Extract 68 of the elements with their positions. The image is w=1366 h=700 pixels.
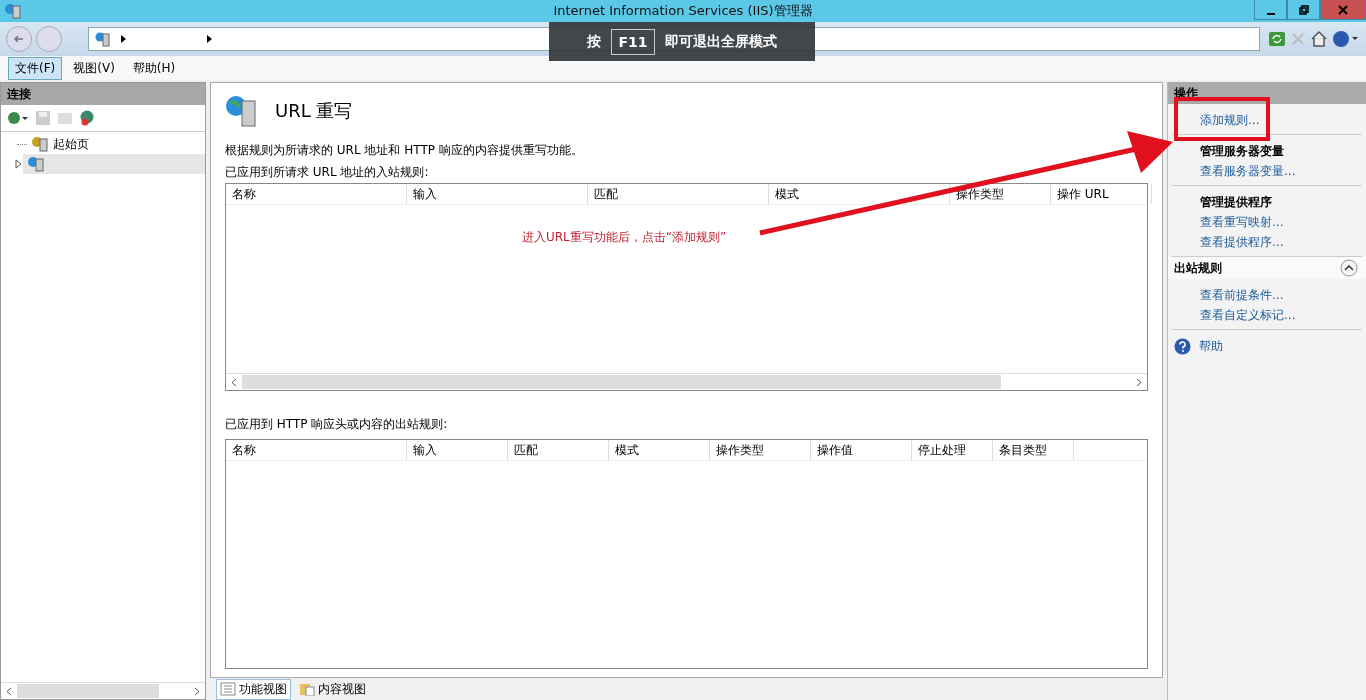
table-label: 已应用到所请求 URL 地址的入站规则:: [225, 163, 430, 181]
section-title: 出站规则: [1174, 259, 1222, 277]
action-heading: 管理提供程序: [1200, 194, 1272, 211]
restore-icon: [1298, 4, 1309, 15]
action-link[interactable]: 查看自定义标记...: [1200, 305, 1296, 325]
expand-icon[interactable]: [15, 159, 23, 169]
action-heading: 管理服务器变量: [1200, 143, 1284, 160]
scroll-right-icon[interactable]: [194, 686, 200, 696]
close-button[interactable]: [1320, 0, 1366, 20]
help-icon[interactable]: [1174, 337, 1191, 355]
close-icon: [1338, 4, 1348, 15]
horizontal-scrollbar[interactable]: [226, 373, 1147, 390]
action-link[interactable]: 查看前提条件...: [1200, 285, 1284, 305]
action-link[interactable]: 查看提供程序...: [1200, 232, 1284, 252]
menu-item[interactable]: 文件(F): [8, 56, 63, 80]
table-label: 已应用到 HTTP 响应头或内容的出站规则:: [225, 415, 449, 433]
column-header[interactable]: 条目类型: [993, 440, 1074, 460]
restore-button[interactable]: [1287, 0, 1320, 20]
server-globe-icon: [95, 31, 111, 47]
column-header[interactable]: 名称: [226, 184, 407, 204]
globe-icon[interactable]: [7, 110, 29, 126]
column-header[interactable]: 模式: [769, 184, 950, 204]
scroll-left-icon[interactable]: [6, 686, 12, 696]
folder-page-icon: [299, 682, 315, 696]
server-globe-icon: [4, 3, 22, 19]
column-header[interactable]: 输入: [407, 440, 508, 460]
hint-text: 按: [587, 32, 602, 51]
column-header[interactable]: 名称: [226, 440, 407, 460]
action-link[interactable]: 查看服务器变量...: [1200, 161, 1296, 181]
window-title: Internet Information Services (IIS)管理器: [553, 2, 813, 20]
column-header[interactable]: 停止处理: [912, 440, 993, 460]
feature-description: 根据规则为所请求的 URL 地址和 HTTP 响应的内容提供重写功能。: [225, 141, 584, 159]
action-link[interactable]: 添加规则...: [1200, 110, 1260, 130]
menu-item[interactable]: 帮助(H): [125, 56, 183, 80]
hint-text: 即可退出全屏模式: [664, 32, 777, 51]
key-cap: F11: [611, 28, 655, 55]
menu-item[interactable]: 视图(V): [66, 56, 122, 80]
action-link[interactable]: 查看重写映射...: [1200, 212, 1284, 232]
column-header[interactable]: 操作类型: [710, 440, 811, 460]
column-header[interactable]: 输入: [407, 184, 588, 204]
collapse-icon[interactable]: [1340, 259, 1358, 277]
refresh-icon[interactable]: [1268, 31, 1286, 47]
server-globe-icon: [27, 156, 45, 172]
column-header[interactable]: 匹配: [508, 440, 609, 460]
feature-title: URL 重写: [275, 99, 353, 123]
scroll-right-icon[interactable]: [1136, 377, 1142, 387]
chevron-right-icon[interactable]: [121, 35, 127, 43]
scroll-left-icon[interactable]: [231, 377, 237, 387]
panel-header: 连接: [1, 83, 205, 105]
view-tab[interactable]: 内容视图: [295, 678, 370, 700]
column-header[interactable]: 操作值: [811, 440, 912, 460]
server-globe-icon: [225, 94, 259, 128]
minimize-icon: [1266, 12, 1275, 15]
column-header[interactable]: 匹配: [588, 184, 769, 204]
help-icon[interactable]: [1332, 30, 1360, 48]
list-view-icon: [220, 682, 236, 696]
home-icon[interactable]: [1310, 30, 1328, 48]
section-header[interactable]: 出站规则: [1168, 257, 1366, 279]
chevron-right-icon[interactable]: [207, 35, 213, 43]
column-header[interactable]: 操作 URL: [1051, 184, 1152, 204]
start-page-icon: [31, 136, 49, 152]
minimize-button[interactable]: [1254, 0, 1287, 20]
view-tab[interactable]: 功能视图: [216, 678, 291, 700]
annotation-text: 进入URL重写功能后，点击“添加规则”: [522, 229, 727, 246]
tree-item[interactable]: 起始页: [1, 134, 205, 154]
horizontal-scrollbar[interactable]: [1, 682, 205, 699]
column-header[interactable]: 模式: [609, 440, 710, 460]
action-link[interactable]: 帮助: [1199, 336, 1223, 356]
